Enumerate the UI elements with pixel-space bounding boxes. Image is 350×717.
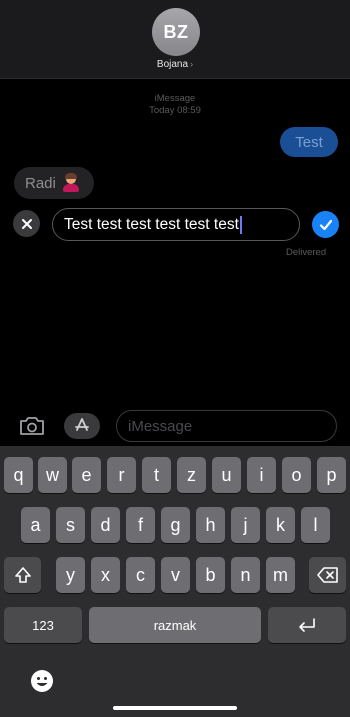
key-c[interactable]: c	[126, 557, 155, 593]
key-x[interactable]: x	[91, 557, 120, 593]
space-key[interactable]: razmak	[89, 607, 261, 643]
key-t[interactable]: t	[142, 457, 171, 493]
key-v[interactable]: v	[161, 557, 190, 593]
outgoing-message-text: Test	[295, 133, 323, 151]
key-u[interactable]: u	[212, 457, 241, 493]
chevron-right-icon: ›	[190, 59, 194, 69]
key-b[interactable]: b	[196, 557, 225, 593]
contact-name-button[interactable]: Bojana ›	[0, 59, 350, 70]
edit-message-text: Test test test test test test	[64, 215, 239, 233]
return-icon	[299, 618, 315, 632]
return-key[interactable]	[268, 607, 346, 643]
outgoing-message-bubble[interactable]: Test	[280, 127, 338, 157]
numbers-key[interactable]: 123	[4, 607, 82, 643]
conversation-header: BZ Bojana ›	[0, 0, 350, 79]
contact-name: Bojana	[156, 59, 189, 70]
key-y[interactable]: y	[56, 557, 85, 593]
timestamp: Today 08:59	[149, 105, 201, 116]
contact-avatar[interactable]: BZ	[152, 8, 200, 56]
key-r[interactable]: r	[107, 457, 136, 493]
home-indicator[interactable]	[113, 706, 237, 710]
apps-button[interactable]	[64, 413, 100, 439]
key-s[interactable]: s	[56, 507, 85, 543]
cancel-edit-button[interactable]	[13, 210, 40, 237]
message-input-placeholder: iMessage	[128, 417, 193, 435]
key-m[interactable]: m	[266, 557, 295, 593]
emoji-key[interactable]	[29, 668, 55, 694]
key-p[interactable]: p	[317, 457, 346, 493]
woman-shrugging-emoji	[62, 173, 79, 192]
text-cursor	[239, 215, 242, 234]
key-e[interactable]: e	[72, 457, 101, 493]
key-o[interactable]: o	[282, 457, 311, 493]
app-store-icon	[75, 418, 89, 431]
incoming-message-bubble[interactable]: Radi	[14, 167, 94, 199]
key-z[interactable]: z	[177, 457, 206, 493]
delivery-status: Delivered	[286, 247, 327, 258]
key-a[interactable]: a	[21, 507, 50, 543]
key-j[interactable]: j	[231, 507, 260, 543]
key-h[interactable]: h	[196, 507, 225, 543]
camera-icon	[20, 417, 44, 435]
key-q[interactable]: q	[4, 457, 33, 493]
backspace-key[interactable]	[309, 557, 346, 593]
close-icon	[21, 218, 32, 229]
service-label: iMessage	[154, 93, 196, 104]
key-n[interactable]: n	[231, 557, 260, 593]
key-f[interactable]: f	[126, 507, 155, 543]
shift-icon	[14, 567, 31, 583]
incoming-message-text: Radi	[25, 174, 56, 192]
avatar-initials: BZ	[163, 21, 189, 42]
emoji-icon	[31, 670, 53, 692]
message-input[interactable]: iMessage	[116, 410, 337, 442]
shift-key[interactable]	[4, 557, 41, 593]
checkmark-icon	[319, 219, 332, 230]
key-g[interactable]: g	[161, 507, 190, 543]
key-d[interactable]: d	[91, 507, 120, 543]
key-i[interactable]: i	[247, 457, 276, 493]
confirm-edit-button[interactable]	[312, 211, 339, 238]
key-k[interactable]: k	[266, 507, 295, 543]
camera-button[interactable]	[16, 414, 48, 438]
key-w[interactable]: w	[38, 457, 67, 493]
backspace-icon	[316, 567, 338, 583]
edit-message-field[interactable]: Test test test test test test	[52, 208, 300, 241]
key-l[interactable]: l	[301, 507, 330, 543]
